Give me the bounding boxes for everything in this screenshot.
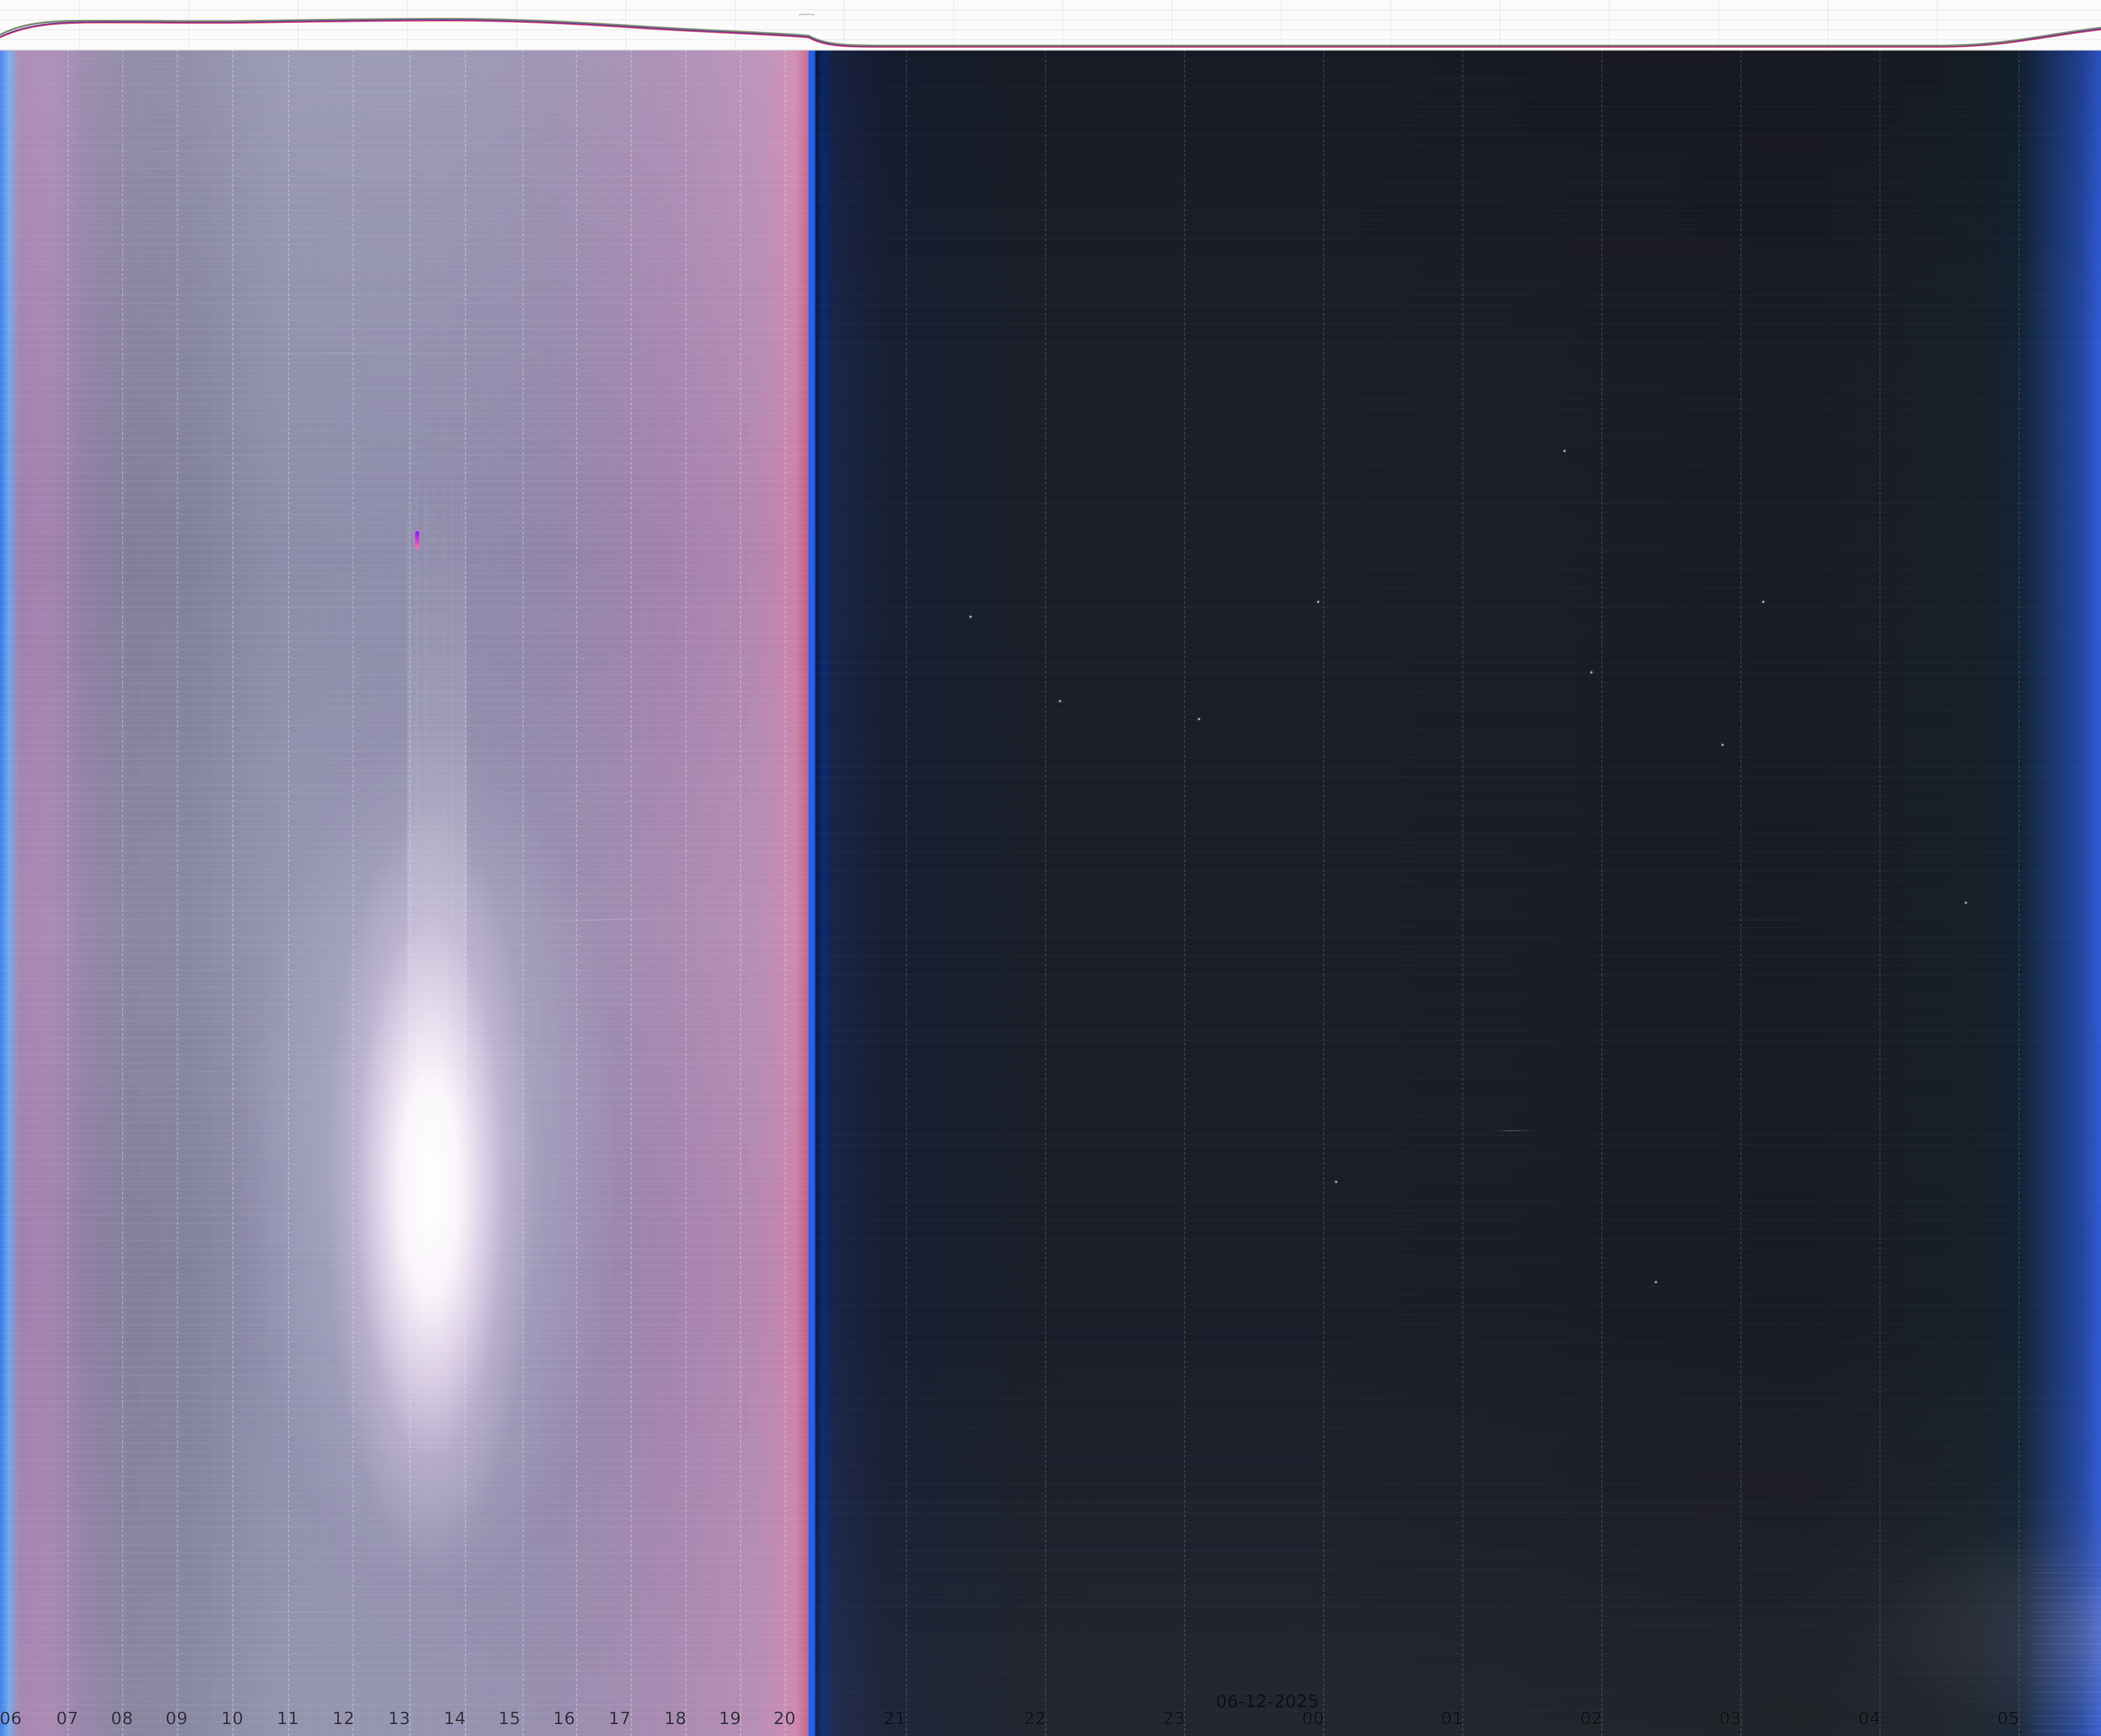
timelapse-composite: ... 06-12-2025 06 07 08 09 10 11 12 13 1… bbox=[0, 0, 2101, 1736]
date-label: 06-12-2025 bbox=[1216, 1692, 1319, 1712]
top-graph-svg: ... bbox=[0, 0, 2101, 50]
magenta-spot bbox=[415, 531, 419, 548]
day-texture-overlay bbox=[0, 50, 809, 1736]
graph-top-text: ... bbox=[804, 12, 809, 17]
night-panel bbox=[816, 50, 2101, 1736]
day-night-divider bbox=[809, 50, 816, 1736]
main-image-area: 06-12-2025 06 07 08 09 10 11 12 13 14 15… bbox=[0, 50, 2101, 1736]
top-graph-strip: ... bbox=[0, 0, 2101, 51]
graph-background bbox=[0, 0, 2101, 50]
day-panel bbox=[0, 50, 809, 1736]
night-texture-overlay bbox=[816, 50, 2101, 1736]
